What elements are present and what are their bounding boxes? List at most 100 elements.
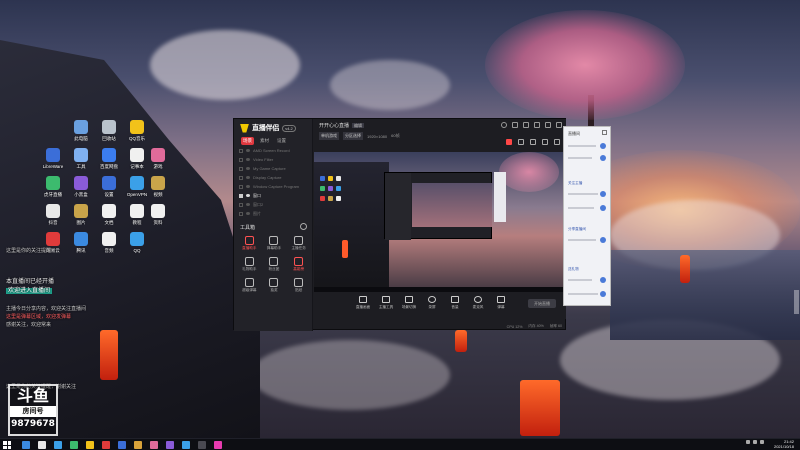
desktop-icon[interactable]: QQ: [124, 232, 150, 253]
desktop-icon[interactable]: 设置: [96, 176, 122, 197]
desktop-icon[interactable]: 回收站: [96, 120, 122, 141]
tool-item[interactable]: 礼物助手: [237, 257, 262, 272]
avatar[interactable]: [600, 237, 606, 243]
volume-icon[interactable]: [753, 440, 757, 444]
taskbar-app-icon[interactable]: [198, 441, 206, 449]
share-icon[interactable]: [554, 139, 560, 145]
live-scene-button[interactable]: 直播画面: [354, 296, 372, 310]
checkbox-icon[interactable]: [239, 193, 243, 198]
avatar[interactable]: [600, 291, 606, 297]
phone-icon[interactable]: [530, 139, 536, 145]
desktop-icon[interactable]: 图片: [68, 204, 94, 225]
start-live-button[interactable]: 开始直播: [528, 299, 556, 308]
checkbox-icon[interactable]: [239, 211, 243, 216]
host-tools-button[interactable]: 主播工具: [377, 296, 395, 310]
eye-icon[interactable]: [246, 212, 250, 215]
avatar[interactable]: [600, 191, 606, 197]
gear-icon[interactable]: [300, 223, 307, 230]
eye-icon[interactable]: [246, 185, 250, 188]
taskbar-app-icon[interactable]: [166, 441, 174, 449]
source-item[interactable]: My Game Capture: [236, 164, 311, 173]
taskbar-app-icon[interactable]: [134, 441, 142, 449]
taskbar-app-icon[interactable]: [86, 441, 94, 449]
desktop-icon[interactable]: 资料: [145, 204, 171, 225]
desktop-icon[interactable]: QQ音乐: [124, 120, 150, 141]
avatar[interactable]: [600, 277, 606, 283]
taskbar-app-icon[interactable]: [182, 441, 190, 449]
edit-title-button[interactable]: 编辑: [352, 123, 365, 128]
checkbox-icon[interactable]: [239, 184, 243, 189]
desktop-icon[interactable]: LibreWare: [40, 148, 66, 169]
checkbox-icon[interactable]: [239, 148, 243, 153]
scene-switch-button[interactable]: 场景切换: [400, 296, 418, 310]
minimize-icon[interactable]: [534, 122, 540, 128]
desktop-icon[interactable]: 音频: [96, 232, 122, 253]
chat-link[interactable]: 分享直播间: [568, 227, 586, 232]
eye-icon[interactable]: [246, 203, 250, 206]
user-icon[interactable]: [501, 122, 507, 128]
checkbox-icon[interactable]: [239, 166, 243, 171]
tool-item[interactable]: 超级弹幕: [237, 278, 262, 293]
tool-item[interactable]: 粉丝团: [262, 257, 287, 272]
desktop-icon[interactable]: 百度网盘: [96, 148, 122, 169]
taskbar-app-icon[interactable]: [102, 441, 110, 449]
record-icon[interactable]: [506, 139, 512, 145]
taskbar-app-icon[interactable]: [38, 441, 46, 449]
desktop-icon[interactable]: 工具: [68, 148, 94, 169]
tool-item[interactable]: 主播任务: [286, 236, 311, 251]
eye-icon[interactable]: [246, 176, 250, 179]
stream-preview[interactable]: [314, 152, 566, 292]
record-button[interactable]: 录屏: [423, 296, 441, 310]
desktop-icon[interactable]: 小黑盒: [68, 176, 94, 197]
taskbar-app-icon[interactable]: [118, 441, 126, 449]
avatar[interactable]: [600, 143, 606, 149]
avatar[interactable]: [600, 155, 606, 161]
eye-icon[interactable]: [246, 158, 250, 161]
avatar[interactable]: [600, 205, 606, 211]
maximize-icon[interactable]: [545, 122, 551, 128]
input-method-icon[interactable]: [760, 440, 764, 444]
network-icon[interactable]: [746, 440, 750, 444]
source-item[interactable]: 图片: [236, 209, 311, 218]
desktop-icon[interactable]: 虎牙直播: [40, 176, 66, 197]
danmaku-button[interactable]: 弹幕: [492, 296, 510, 310]
tool-item[interactable]: 高能榜: [286, 257, 311, 272]
tab-material[interactable]: 素材: [258, 137, 271, 145]
source-item[interactable]: Window Capture Program: [236, 182, 311, 191]
gift-icon[interactable]: [518, 139, 524, 145]
desktop-icon[interactable]: 游戏: [145, 148, 171, 169]
checkbox-icon[interactable]: [239, 175, 243, 180]
section-pill[interactable]: 分区选择: [343, 132, 363, 140]
scrollbar[interactable]: [794, 290, 799, 314]
source-item[interactable]: AMD Screen Record: [236, 146, 311, 155]
category-pill[interactable]: 单机游戏: [319, 132, 339, 140]
close-icon[interactable]: [556, 122, 562, 128]
source-item[interactable]: Display Capture: [236, 173, 311, 182]
menu-icon[interactable]: [523, 122, 529, 128]
chat-link[interactable]: 送礼物: [568, 267, 579, 272]
camera-icon[interactable]: [542, 139, 548, 145]
eye-icon[interactable]: [246, 194, 250, 197]
tab-scene[interactable]: 场景: [241, 137, 254, 145]
desktop-icon[interactable]: 此电脑: [68, 120, 94, 141]
source-item[interactable]: Video Filter: [236, 155, 311, 164]
tool-item[interactable]: 弹幕助手: [262, 236, 287, 251]
windows-start-icon[interactable]: [3, 441, 11, 449]
microphone-button[interactable]: 麦克风: [469, 296, 487, 310]
source-item-active[interactable]: 窗口: [236, 191, 311, 200]
desktop-icon[interactable]: 抖音: [40, 204, 66, 225]
checkbox-icon[interactable]: [239, 157, 243, 162]
eye-icon[interactable]: [246, 167, 250, 170]
tool-item[interactable]: 贴纸: [286, 278, 311, 293]
taskbar-app-icon[interactable]: [214, 441, 222, 449]
taskbar-app-icon[interactable]: [70, 441, 78, 449]
taskbar-app-icon[interactable]: [54, 441, 62, 449]
close-icon[interactable]: [602, 130, 607, 135]
desktop-icon[interactable]: 视频: [145, 176, 171, 197]
checkbox-icon[interactable]: [239, 202, 243, 207]
source-item[interactable]: 窗口2: [236, 200, 311, 209]
tab-settings[interactable]: 设置: [275, 137, 288, 145]
chat-link[interactable]: 关注主播: [568, 181, 582, 186]
version-badge[interactable]: v4.2: [282, 124, 296, 132]
desktop-icon[interactable]: 文档: [96, 204, 122, 225]
